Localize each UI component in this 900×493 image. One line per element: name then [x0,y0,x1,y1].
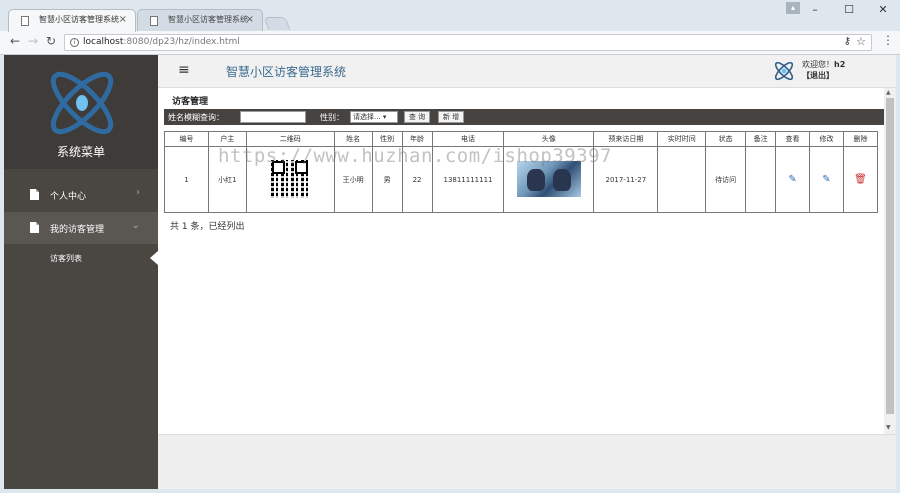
visitor-table: 编号 户主 二维码 姓名 性别 年龄 电话 头像 预来访日期 实时时间 状态 备… [164,131,879,213]
cell-qrcode [245,146,335,213]
sidebar-item-label: 个人中心 [50,192,87,202]
minimize-button[interactable]: – [798,0,832,20]
cell-visit-date: 2017-11-27 [593,146,659,213]
cell-edit: ✎ [808,146,844,213]
tab-title: 智慧小区访客管理系统 [168,15,248,24]
atom-avatar-icon [774,61,794,81]
web-page: 系统菜单 个人中心 › 我的访客管理 ⌄ 访客列表 ≡ 智慧小区访客管理系统 欢… [4,55,896,489]
col-header: 姓名 [333,131,373,147]
maximize-button[interactable]: ☐ [832,0,866,20]
col-header: 状态 [705,131,747,147]
document-icon [30,222,39,233]
atom-logo-icon [50,71,114,135]
logout-link[interactable]: 【退出】 [802,71,834,80]
sidebar-subitem-label: 访客列表 [50,254,82,263]
cell-phone: 13811111111 [431,146,505,213]
cell-name: 王小明 [333,146,373,213]
query-button[interactable]: 查 询 [404,111,430,123]
address-bar[interactable]: i localhost:8080/dp23/hz/index.html ⚷ ☆ [64,34,872,51]
active-pointer [150,251,158,265]
cell-delete: 🗑 [842,146,879,213]
col-header: 编号 [164,131,209,147]
browser-menu-icon[interactable]: ⋮ [882,33,894,47]
system-title: 智慧小区访客管理系统 [226,65,347,79]
name-search-input[interactable] [240,111,306,123]
sidebar-item-label: 我的访客管理 [50,225,105,235]
col-header: 二维码 [245,131,335,147]
cell-status: 待访问 [705,146,747,213]
sidebar-subitem-visitor-list[interactable]: 访客列表 [4,245,158,273]
search-bar: 姓名模糊查询： 性别： 请选择... ▾ 查 询 新 增 [164,109,884,125]
cell-gender: 男 [371,146,403,213]
window-controls: – ☐ ✕ [798,0,900,20]
scroll-down-icon[interactable]: ▼ [886,424,891,431]
col-header: 年龄 [401,131,433,147]
sidebar: 系统菜单 个人中心 › 我的访客管理 ⌄ 访客列表 [4,55,158,489]
avatar-image [516,160,581,197]
cell-avatar [503,146,595,213]
chevron-right-icon: › [136,187,140,198]
col-header: 头像 [503,131,595,147]
sidebar-item-visitor-management[interactable]: 我的访客管理 ⌄ [4,212,158,244]
welcome-text: 欢迎您！h2 【退出】 [802,60,846,80]
qr-code-image [271,159,310,198]
tab-title: 智慧小区访客管理系统 [39,15,119,24]
browser-toolbar: ← → ↻ i localhost:8080/dp23/hz/index.htm… [0,31,900,55]
scroll-up-icon[interactable]: ▲ [886,89,891,96]
browser-tabstrip: 智慧小区访客管理系统 × 智慧小区访客管理系统 × ▴ – ☐ ✕ [0,0,900,32]
browser-tab-inactive[interactable]: 智慧小区访客管理系统 × [137,9,263,32]
table-row: 1 小红1 王小明 男 22 13811111111 2017-11-27 待访… [164,146,879,213]
gender-label: 性别： [320,113,344,122]
sidebar-brand: 系统菜单 [4,55,158,169]
info-icon[interactable]: i [70,38,79,47]
col-header: 性别 [371,131,403,147]
result-summary: 共 1 条，已经列出 [170,222,245,232]
sidebar-item-personal-center[interactable]: 个人中心 › [4,179,158,211]
close-window-button[interactable]: ✕ [866,0,900,20]
url-text: localhost:8080/dp23/hz/index.html [83,37,240,47]
col-header: 实时时间 [657,131,707,147]
page-header: ≡ 智慧小区访客管理系统 欢迎您！h2 【退出】 [158,55,896,88]
col-header: 户主 [207,131,247,147]
col-header: 预来访日期 [593,131,659,147]
name-search-label: 姓名模糊查询： [168,113,224,122]
add-button[interactable]: 新 增 [438,111,464,123]
view-edit-icon[interactable]: ✎ [788,174,796,185]
bookmark-star-icon[interactable]: ☆ [856,35,866,48]
table-header-row: 编号 户主 二维码 姓名 性别 年龄 电话 头像 预来访日期 实时时间 状态 备… [164,131,879,147]
scrollbar-thumb[interactable] [886,98,894,414]
col-header: 修改 [808,131,844,147]
col-header: 删除 [842,131,879,147]
edit-icon[interactable]: ✎ [822,174,830,185]
back-arrow-icon[interactable]: ← [10,34,20,48]
section-title: 访客管理 [172,97,209,107]
col-header: 备注 [745,131,777,147]
gender-select[interactable]: 请选择... ▾ [350,111,398,123]
col-header: 查看 [775,131,810,147]
chevron-down-icon: ⌄ [131,220,140,231]
cell-age: 22 [401,146,433,213]
cell-view: ✎ [775,146,810,213]
forward-arrow-icon[interactable]: → [28,34,38,48]
main-content: 访客管理 姓名模糊查询： 性别： 请选择... ▾ 查 询 新 增 编号 户主 … [158,88,884,434]
col-header: 电话 [431,131,505,147]
page-favicon-icon [21,16,29,26]
sidebar-brand-title: 系统菜单 [56,145,105,159]
hamburger-menu-icon[interactable]: ≡ [178,62,190,78]
trash-icon[interactable]: 🗑 [854,174,867,185]
reload-icon[interactable]: ↻ [46,34,56,48]
new-tab-button[interactable] [263,17,291,30]
browser-tab-active[interactable]: 智慧小区访客管理系统 × [8,9,136,32]
page-favicon-icon [150,16,158,26]
cell-remark [745,146,777,213]
cell-owner: 小红1 [207,146,247,213]
page-footer [158,434,896,489]
key-icon[interactable]: ⚷ [844,36,851,47]
tab-close-icon[interactable]: × [246,14,254,25]
document-icon [30,189,39,200]
cell-realtime [657,146,707,213]
cell-id: 1 [164,146,209,213]
tab-close-icon[interactable]: × [119,14,127,25]
